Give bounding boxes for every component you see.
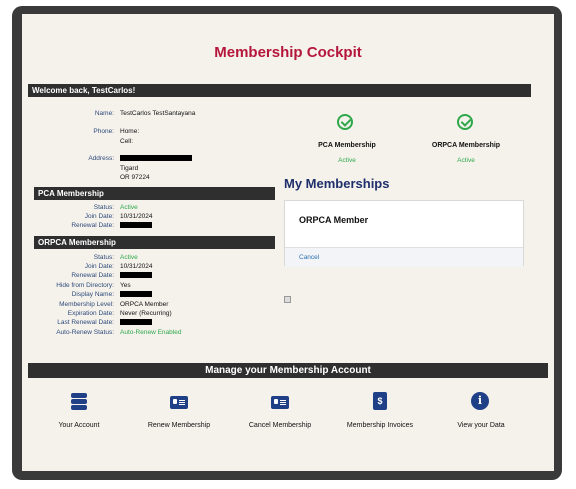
orpca-section-header: ORPCA Membership <box>34 236 275 249</box>
orpca-status-value: Active <box>120 254 138 261</box>
pca-badge-name: PCA Membership <box>318 142 376 149</box>
address-state-zip: OR 97224 <box>120 174 150 181</box>
orpca-join-value: 10/31/2024 <box>120 263 153 270</box>
orpca-last-renewal-redacted <box>120 319 152 327</box>
orpca-autorenew-label: Auto-Renew Status: <box>56 329 114 336</box>
orpca-display-redacted <box>120 291 152 299</box>
pca-renewal-redacted <box>120 222 152 230</box>
info-icon: i <box>471 392 491 412</box>
pca-section-header: PCA Membership <box>34 187 275 200</box>
layers-icon <box>69 392 89 412</box>
broken-image-icon <box>284 296 291 303</box>
invoice-icon: $ <box>370 392 390 412</box>
orpca-badge-name: ORPCA Membership <box>431 142 501 149</box>
orpca-expiration-label: Expiration Date: <box>67 310 114 317</box>
orpca-badge-status: Active <box>457 157 475 164</box>
cancel-link[interactable]: Cancel <box>299 254 319 261</box>
pca-status-label: Status: <box>93 204 114 211</box>
membership-invoices-button[interactable]: $ Membership Invoices <box>335 392 425 429</box>
your-account-label: Your Account <box>58 422 100 429</box>
orpca-level-value: ORPCA Member <box>120 301 169 308</box>
renew-membership-label: Renew Membership <box>147 422 211 429</box>
orpca-check-icon <box>457 114 473 130</box>
page-title: Membership Cockpit <box>214 44 362 61</box>
welcome-bar: Welcome back, TestCarlos! <box>28 84 531 97</box>
orpca-level-label: Membership Level: <box>59 301 114 308</box>
orpca-last-renewal-label: Last Renewal Date: <box>57 319 114 326</box>
renew-membership-button[interactable]: Renew Membership <box>134 392 224 429</box>
id-card-icon <box>270 392 290 412</box>
cancel-membership-button[interactable]: Cancel Membership <box>235 392 325 429</box>
view-your-data-label: View your Data <box>457 422 505 429</box>
membership-card: ORPCA Member Cancel <box>284 200 524 267</box>
address-label: Address: <box>88 155 114 162</box>
pca-check-icon <box>337 114 353 130</box>
membership-card-footer: Cancel <box>285 247 523 267</box>
pca-join-value: 10/31/2024 <box>120 213 153 220</box>
name-label: Name: <box>94 110 114 117</box>
my-memberships-heading: My Memberships <box>284 176 390 191</box>
phone-home: Home: <box>120 128 140 135</box>
phone-label: Phone: <box>93 128 114 135</box>
pca-status-value: Active <box>120 204 138 211</box>
your-account-button[interactable]: Your Account <box>34 392 124 429</box>
membership-card-title: ORPCA Member <box>299 215 369 225</box>
orpca-hide-label: Hide from Directory: <box>56 282 114 289</box>
membership-invoices-label: Membership Invoices <box>346 422 414 429</box>
view-your-data-button[interactable]: i View your Data <box>436 392 526 429</box>
phone-cell: Cell: <box>120 138 134 145</box>
orpca-expiration-value: Never (Recurring) <box>120 310 172 317</box>
address-redacted <box>120 155 192 163</box>
manage-account-bar: Manage your Membership Account <box>28 363 548 378</box>
orpca-hide-value: Yes <box>120 282 131 289</box>
orpca-join-label: Join Date: <box>84 263 114 270</box>
orpca-status-label: Status: <box>93 254 114 261</box>
address-city: Tigard <box>120 165 139 172</box>
pca-join-label: Join Date: <box>84 213 114 220</box>
name-value: TestCarlos TestSantayana <box>120 110 196 117</box>
orpca-renewal-redacted <box>120 272 152 280</box>
id-card-icon <box>169 392 189 412</box>
orpca-autorenew-value: Auto-Renew Enabled <box>120 329 182 336</box>
pca-renewal-label: Renewal Date: <box>71 222 114 229</box>
orpca-renewal-label: Renewal Date: <box>71 272 114 279</box>
pca-badge-status: Active <box>338 157 356 164</box>
orpca-display-label: Display Name: <box>71 291 114 298</box>
membership-page: Membership Cockpit Welcome back, TestCar… <box>22 14 554 471</box>
cancel-membership-label: Cancel Membership <box>248 422 312 429</box>
